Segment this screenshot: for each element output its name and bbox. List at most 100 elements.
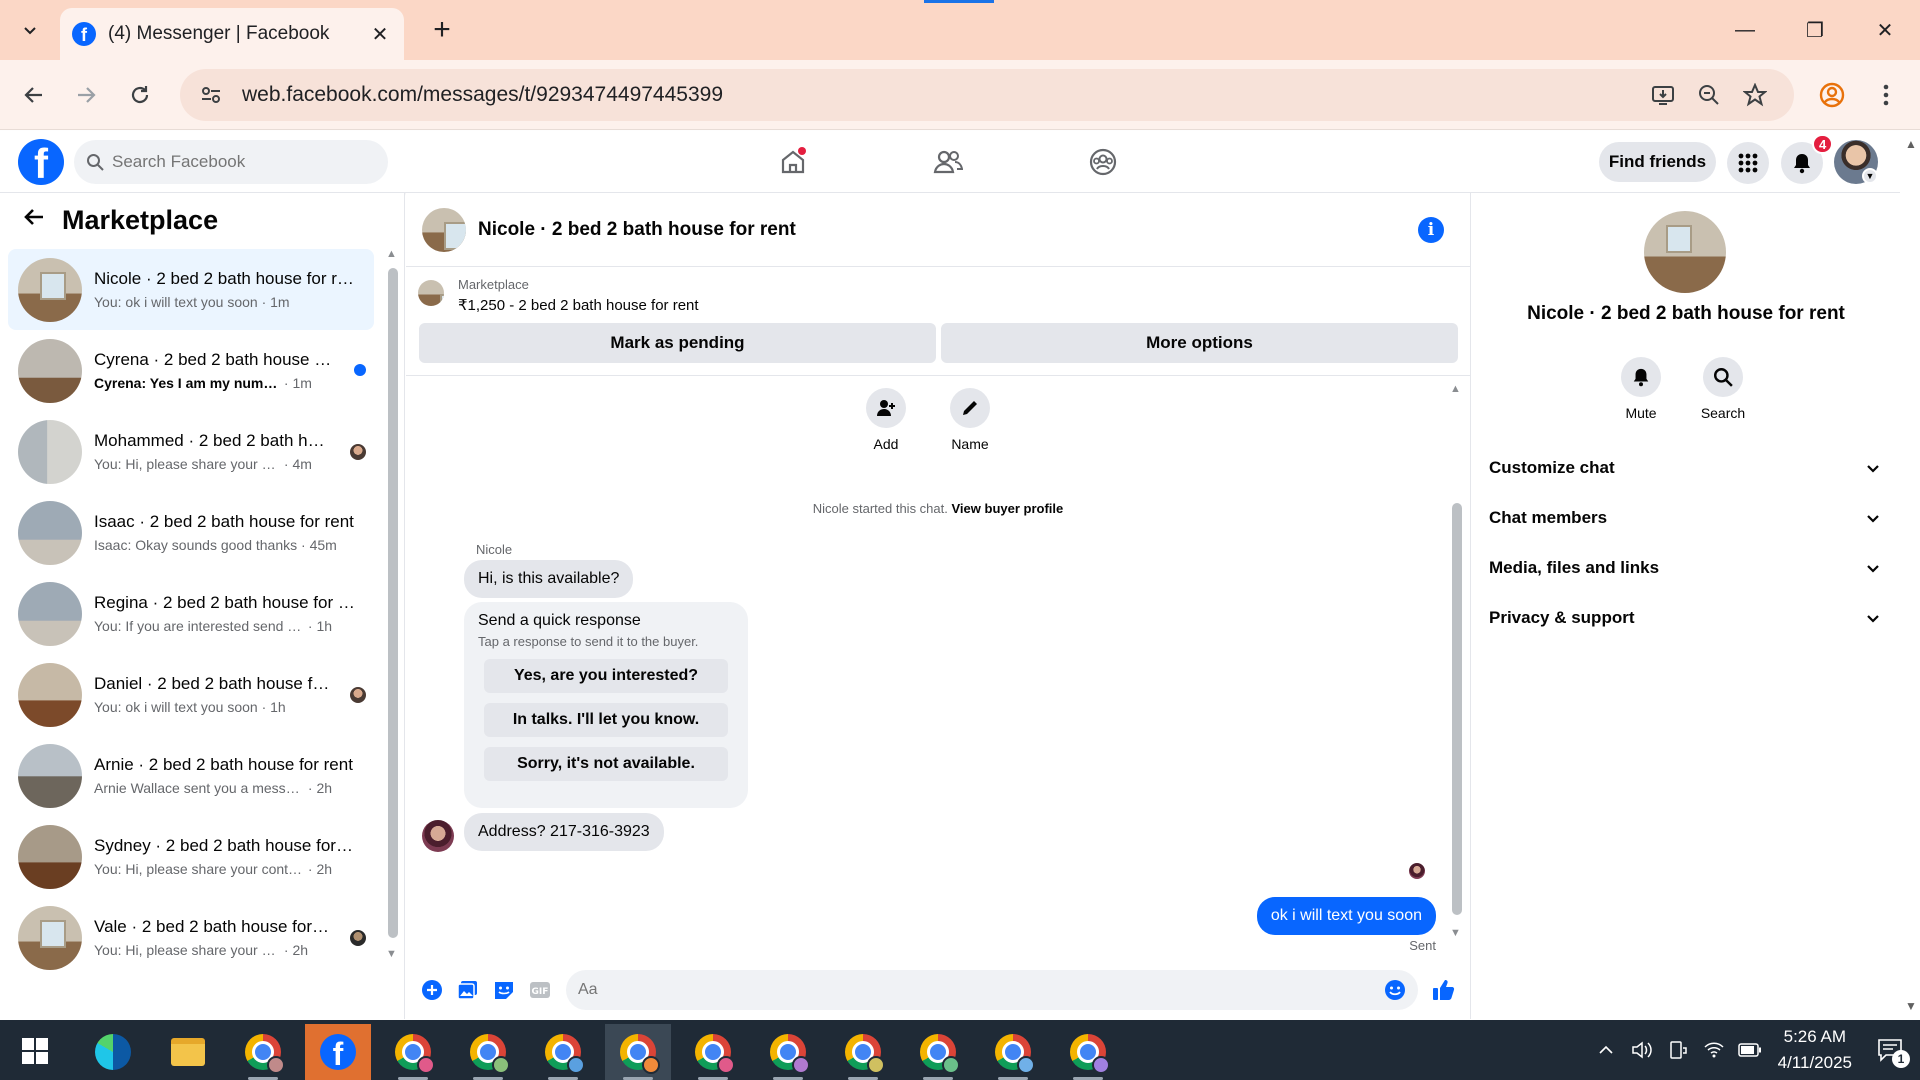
taskbar-chrome[interactable] bbox=[605, 1024, 671, 1080]
volume-icon[interactable] bbox=[1624, 1032, 1660, 1068]
browser-tab[interactable]: f (4) Messenger | Facebook ✕ bbox=[60, 8, 404, 60]
back-button[interactable] bbox=[16, 77, 52, 113]
add-people-button[interactable]: Add bbox=[864, 388, 908, 452]
section-media-files-links[interactable]: Media, files and links bbox=[1485, 543, 1885, 593]
menu-button[interactable] bbox=[1727, 142, 1769, 184]
show-hidden-icons-chevron-up-icon[interactable] bbox=[1588, 1032, 1624, 1068]
taskbar-chrome[interactable] bbox=[830, 1024, 896, 1080]
address-bar[interactable]: web.facebook.com/messages/t/929347449744… bbox=[180, 69, 1794, 121]
display-icon[interactable] bbox=[1660, 1032, 1696, 1068]
chat-scrollbar[interactable]: ▲ ▼ bbox=[1450, 383, 1464, 943]
message-input[interactable] bbox=[578, 981, 1384, 999]
nav-groups[interactable] bbox=[1048, 137, 1158, 187]
quick-response-button[interactable]: Yes, are you interested? bbox=[484, 659, 728, 693]
windows-start-icon[interactable] bbox=[22, 1038, 48, 1064]
listing-summary[interactable]: Marketplace ₹1,250 - 2 bed 2 bath house … bbox=[418, 277, 699, 314]
conversation-scrollbar[interactable]: ▲ ▼ bbox=[386, 248, 398, 960]
notification-center-button[interactable]: 1 bbox=[1868, 1030, 1912, 1070]
back-arrow-icon[interactable] bbox=[22, 205, 46, 236]
conversation-item[interactable]: Cyrena · 2 bed 2 bath house for rent Cyr… bbox=[8, 330, 374, 411]
view-buyer-profile-link[interactable]: View buyer profile bbox=[952, 501, 1064, 516]
conversation-item[interactable]: Arnie · 2 bed 2 bath house for rent Arni… bbox=[8, 735, 374, 816]
quick-response-button[interactable]: Sorry, it's not available. bbox=[484, 747, 728, 781]
mark-as-pending-button[interactable]: Mark as pending bbox=[419, 323, 936, 363]
conversation-item[interactable]: Vale · 2 bed 2 bath house for rent You: … bbox=[8, 897, 374, 978]
conversation-item[interactable]: Regina · 2 bed 2 bath house for rent You… bbox=[8, 573, 374, 654]
taskbar-chrome[interactable] bbox=[755, 1024, 821, 1080]
tab-close-button[interactable]: ✕ bbox=[368, 22, 392, 47]
like-button[interactable] bbox=[1426, 972, 1462, 1008]
new-tab-button[interactable]: + bbox=[424, 12, 460, 48]
chat-avatar[interactable] bbox=[422, 207, 466, 252]
conversation-item[interactable]: Mohammed · 2 bed 2 bath house for rent Y… bbox=[8, 411, 374, 492]
facebook-search[interactable] bbox=[74, 140, 388, 184]
search-in-chat-button[interactable]: Search bbox=[1700, 357, 1746, 421]
conversation-item[interactable]: Daniel · 2 bed 2 bath house for rent You… bbox=[8, 654, 374, 735]
taskbar-chrome[interactable] bbox=[680, 1024, 746, 1080]
restore-button[interactable]: ❐ bbox=[1780, 0, 1850, 60]
conversation-item[interactable]: Isaac · 2 bed 2 bath house for rent Isaa… bbox=[8, 492, 374, 573]
taskbar-chrome[interactable] bbox=[1055, 1024, 1121, 1080]
section-chat-members[interactable]: Chat members bbox=[1485, 493, 1885, 543]
taskbar-chrome[interactable] bbox=[530, 1024, 596, 1080]
emoji-icon[interactable] bbox=[1384, 979, 1406, 1001]
wifi-icon[interactable] bbox=[1696, 1032, 1732, 1068]
section-privacy-support[interactable]: Privacy & support bbox=[1485, 593, 1885, 643]
sticker-button[interactable] bbox=[486, 972, 522, 1008]
incoming-message[interactable]: Hi, is this available? bbox=[464, 560, 634, 598]
scroll-down-arrow-icon[interactable]: ▼ bbox=[1450, 927, 1461, 939]
mute-button[interactable]: Mute bbox=[1618, 357, 1664, 421]
install-app-button[interactable] bbox=[1640, 75, 1686, 115]
chat-title[interactable]: Nicole · 2 bed 2 bath house for rent bbox=[478, 219, 1418, 241]
scrollbar-thumb[interactable] bbox=[1452, 503, 1462, 915]
account-chevron-icon[interactable]: ▼ bbox=[1862, 168, 1878, 184]
taskbar-edge[interactable] bbox=[80, 1024, 146, 1080]
facebook-logo[interactable]: f bbox=[18, 139, 64, 185]
scroll-up-arrow-icon[interactable]: ▲ bbox=[1905, 137, 1917, 151]
gif-button[interactable]: GIF bbox=[522, 972, 558, 1008]
message-input-wrapper[interactable] bbox=[566, 970, 1418, 1010]
site-info-icon[interactable] bbox=[196, 80, 226, 110]
reload-button[interactable] bbox=[122, 77, 158, 113]
taskbar-chrome[interactable] bbox=[455, 1024, 521, 1080]
taskbar-chrome[interactable] bbox=[905, 1024, 971, 1080]
section-customize-chat[interactable]: Customize chat bbox=[1485, 443, 1885, 493]
scroll-down-arrow-icon[interactable]: ▼ bbox=[386, 948, 397, 960]
conversation-item[interactable]: Nicole · 2 bed 2 bath house for rent You… bbox=[8, 249, 374, 330]
page-scrollbar[interactable]: ▲ ▼ bbox=[1900, 131, 1920, 1019]
incoming-message[interactable]: Address? 217-316-3923 bbox=[464, 813, 664, 851]
taskbar-file-explorer[interactable] bbox=[155, 1024, 221, 1080]
outgoing-message[interactable]: ok i will text you soon bbox=[1256, 897, 1436, 935]
scroll-up-arrow-icon[interactable]: ▲ bbox=[1450, 383, 1461, 395]
minimize-button[interactable]: — bbox=[1710, 0, 1780, 60]
nav-home[interactable] bbox=[738, 137, 848, 187]
taskbar-chrome[interactable] bbox=[980, 1024, 1046, 1080]
battery-icon[interactable] bbox=[1732, 1032, 1768, 1068]
forward-button[interactable] bbox=[68, 77, 104, 113]
more-options-button[interactable]: More options bbox=[941, 323, 1458, 363]
edit-name-button[interactable]: Name bbox=[948, 388, 992, 452]
tab-search-button[interactable] bbox=[14, 14, 46, 46]
scrollbar-thumb[interactable] bbox=[388, 268, 398, 938]
bookmark-button[interactable] bbox=[1732, 75, 1778, 115]
scroll-up-arrow-icon[interactable]: ▲ bbox=[386, 248, 397, 260]
nav-friends[interactable] bbox=[893, 137, 1003, 187]
find-friends-button[interactable]: Find friends bbox=[1599, 142, 1716, 182]
more-actions-button[interactable] bbox=[414, 972, 450, 1008]
taskbar-chrome[interactable] bbox=[230, 1024, 296, 1080]
scroll-down-arrow-icon[interactable]: ▼ bbox=[1905, 999, 1917, 1013]
taskbar-chrome[interactable] bbox=[380, 1024, 446, 1080]
details-avatar[interactable] bbox=[1644, 211, 1726, 293]
quick-response-button[interactable]: In talks. I'll let you know. bbox=[484, 703, 728, 737]
system-clock[interactable]: 5:26 AM 4/11/2025 bbox=[1778, 1027, 1852, 1073]
profile-button[interactable] bbox=[1814, 77, 1850, 113]
search-input[interactable] bbox=[112, 152, 362, 172]
info-icon[interactable]: i bbox=[1418, 216, 1444, 243]
sender-avatar[interactable] bbox=[422, 820, 454, 852]
browser-menu-button[interactable] bbox=[1868, 77, 1904, 113]
attach-photo-button[interactable] bbox=[450, 972, 486, 1008]
conversation-item[interactable]: Sydney · 2 bed 2 bath house for rent You… bbox=[8, 816, 374, 897]
close-window-button[interactable]: ✕ bbox=[1850, 0, 1920, 60]
taskbar-facebook[interactable]: f bbox=[305, 1024, 371, 1080]
zoom-button[interactable] bbox=[1686, 75, 1732, 115]
